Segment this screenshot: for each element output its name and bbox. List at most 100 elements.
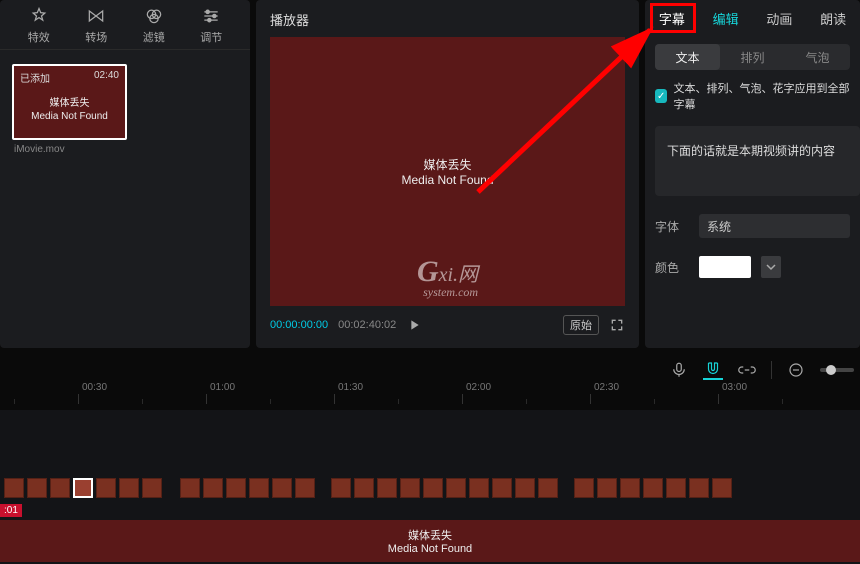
preview-missing-cn: 媒体丢失 xyxy=(423,156,471,173)
subtitle-clip[interactable] xyxy=(96,478,116,498)
subtitle-clip[interactable] xyxy=(377,478,397,498)
subtitle-clip[interactable] xyxy=(712,478,732,498)
subtitle-clip[interactable] xyxy=(226,478,246,498)
subtitle-clip[interactable] xyxy=(643,478,663,498)
timecode-current: 00:00:00:00 xyxy=(270,319,328,331)
subtitle-clip[interactable] xyxy=(574,478,594,498)
tool-adjust[interactable]: 调节 xyxy=(183,6,241,45)
tool-effects-label: 特效 xyxy=(28,29,50,45)
subtitle-clip[interactable] xyxy=(295,478,315,498)
tab-animate[interactable]: 动画 xyxy=(753,9,807,28)
apply-all-label: 文本、排列、气泡、花字应用到全部字幕 xyxy=(673,80,850,112)
zoom-slider[interactable] xyxy=(820,368,854,372)
subtitle-clip[interactable] xyxy=(354,478,374,498)
magnet-icon[interactable] xyxy=(703,360,723,380)
fullscreen-icon[interactable] xyxy=(609,317,625,333)
font-label: 字体 xyxy=(655,218,689,235)
media-duration: 02:40 xyxy=(94,70,119,85)
subtitle-clip-strip[interactable] xyxy=(0,478,860,498)
tab-edit[interactable]: 编辑 xyxy=(699,9,753,28)
media-badge: 已添加 xyxy=(20,70,50,85)
subtitle-clip[interactable] xyxy=(119,478,139,498)
subtitle-clip[interactable] xyxy=(272,478,292,498)
ruler-tick xyxy=(206,394,270,404)
subtitle-clip[interactable] xyxy=(515,478,535,498)
track-missing-en: Media Not Found xyxy=(388,543,472,555)
subtitle-clip[interactable] xyxy=(538,478,558,498)
subtitle-textarea[interactable]: 下面的话就是本期视频讲的内容 xyxy=(655,126,860,196)
tool-icon-row: 特效 转场 滤镜 调节 xyxy=(0,0,250,50)
inspector-subtabs: 文本 排列 气泡 xyxy=(655,44,850,70)
subtitle-clip[interactable] xyxy=(469,478,489,498)
media-missing-en: Media Not Found xyxy=(31,110,108,123)
mic-icon[interactable] xyxy=(669,360,689,380)
font-row: 字体 系统 xyxy=(655,214,850,238)
video-preview[interactable]: 媒体丢失 Media Not Found Gxi.网 system.com xyxy=(270,37,625,306)
subtitle-clip[interactable] xyxy=(597,478,617,498)
timeline-toolbar xyxy=(669,360,854,380)
color-swatch[interactable] xyxy=(699,256,751,278)
color-row: 颜色 xyxy=(655,256,850,278)
inspector-panel: 字幕 编辑 动画 朗读 文本 排列 气泡 ✓ 文本、排列、气泡、花字应用到全部字… xyxy=(645,0,860,348)
separator xyxy=(771,361,772,379)
subtitle-clip[interactable] xyxy=(400,478,420,498)
original-ratio-button[interactable]: 原始 xyxy=(563,315,599,335)
media-thumbnail[interactable]: 已添加 02:40 媒体丢失 Media Not Found xyxy=(12,64,127,140)
media-filename: iMovie.mov xyxy=(14,144,250,155)
subtitle-clip[interactable] xyxy=(142,478,162,498)
tab-subtitle[interactable]: 字幕 xyxy=(645,9,699,28)
tab-read[interactable]: 朗读 xyxy=(806,9,860,28)
tool-transition-label: 转场 xyxy=(85,29,107,45)
font-select[interactable]: 系统 xyxy=(699,214,850,238)
track-missing-cn: 媒体丢失 xyxy=(408,527,452,543)
timeline-tracks: :01 媒体丢失 Media Not Found xyxy=(0,410,860,564)
zoom-out-icon[interactable] xyxy=(786,360,806,380)
subtitle-clip[interactable] xyxy=(446,478,466,498)
ruler-tick xyxy=(78,394,142,404)
subtab-bubble[interactable]: 气泡 xyxy=(785,49,850,66)
tool-transition[interactable]: 转场 xyxy=(68,6,126,45)
font-value: 系统 xyxy=(707,218,731,235)
apply-all-row[interactable]: ✓ 文本、排列、气泡、花字应用到全部字幕 xyxy=(655,80,850,112)
subtitle-clip[interactable] xyxy=(27,478,47,498)
subtab-text[interactable]: 文本 xyxy=(655,44,720,70)
subtitle-clip-selected[interactable] xyxy=(73,478,93,498)
color-label: 颜色 xyxy=(655,259,689,276)
play-button[interactable] xyxy=(406,317,422,333)
subtitle-clip[interactable] xyxy=(4,478,24,498)
subtab-arrange[interactable]: 排列 xyxy=(720,49,785,66)
subtitle-clip[interactable] xyxy=(666,478,686,498)
player-panel: 播放器 媒体丢失 Media Not Found Gxi.网 system.co… xyxy=(256,0,639,348)
media-panel: 特效 转场 滤镜 调节 已添加 02:40 媒体丢失 Media Not xyxy=(0,0,250,348)
color-dropdown[interactable] xyxy=(761,256,781,278)
subtitle-clip[interactable] xyxy=(331,478,351,498)
player-controls: 00:00:00:00 00:02:40:02 原始 xyxy=(270,306,625,338)
ruler-tick xyxy=(718,394,782,404)
subtitle-clip[interactable] xyxy=(689,478,709,498)
subtitle-clip[interactable] xyxy=(620,478,640,498)
tool-filter[interactable]: 滤镜 xyxy=(125,6,183,45)
playhead-time-tag: :01 xyxy=(0,504,22,517)
ruler-tick xyxy=(334,394,398,404)
subtitle-clip[interactable] xyxy=(180,478,200,498)
media-missing-cn: 媒体丢失 xyxy=(50,97,90,110)
apply-all-checkbox[interactable]: ✓ xyxy=(655,89,667,103)
preview-missing-en: Media Not Found xyxy=(401,173,493,187)
video-track-clip[interactable]: 媒体丢失 Media Not Found xyxy=(0,520,860,562)
subtitle-clip[interactable] xyxy=(249,478,269,498)
timecode-total: 00:02:40:02 xyxy=(338,319,396,331)
watermark: Gxi.网 system.com xyxy=(417,255,478,300)
subtitle-clip[interactable] xyxy=(50,478,70,498)
tool-effects[interactable]: 特效 xyxy=(10,6,68,45)
player-title: 播放器 xyxy=(270,10,625,29)
ruler-tick xyxy=(462,394,526,404)
tool-filter-label: 滤镜 xyxy=(143,29,165,45)
ruler-tick xyxy=(590,394,654,404)
subtitle-clip[interactable] xyxy=(423,478,443,498)
subtitle-clip[interactable] xyxy=(492,478,512,498)
tool-adjust-label: 调节 xyxy=(200,29,222,45)
subtitle-clip[interactable] xyxy=(203,478,223,498)
link-icon[interactable] xyxy=(737,360,757,380)
timeline-ruler[interactable] xyxy=(0,384,860,404)
inspector-tabs: 字幕 编辑 动画 朗读 xyxy=(645,0,860,36)
